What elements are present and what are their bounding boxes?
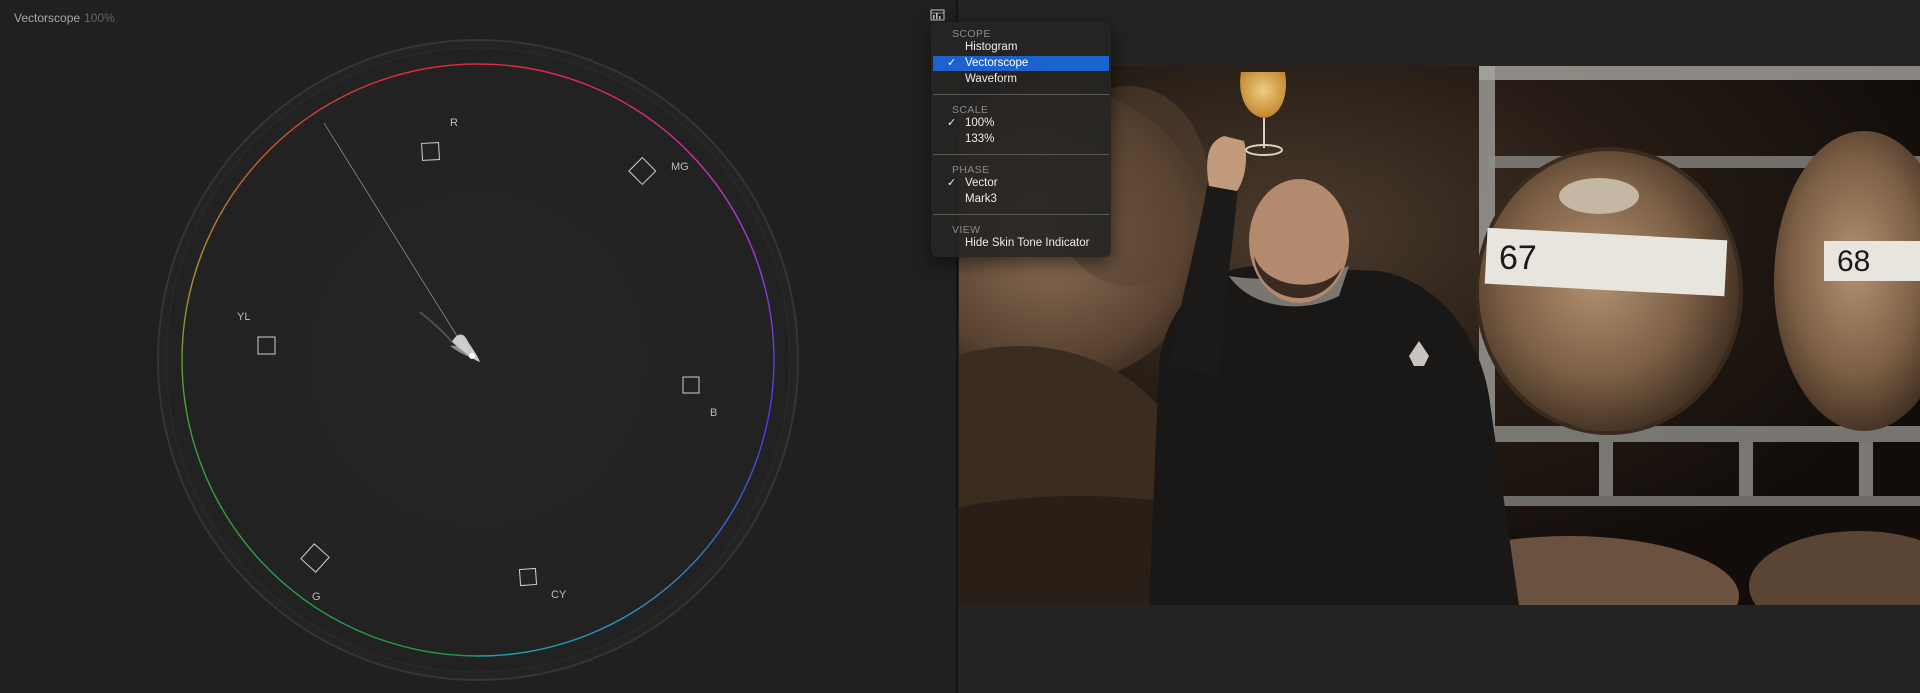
menu-item-histogram[interactable]: Histogram	[933, 40, 1109, 55]
target-label-mg: MG	[671, 161, 689, 173]
menu-item-waveform-label: Waveform	[965, 73, 1017, 85]
menu-item-scale-100[interactable]: ✓ 100%	[933, 116, 1109, 131]
menu-item-scale-133[interactable]: 133%	[933, 132, 1109, 147]
barrel-label-67: 67	[1499, 239, 1537, 277]
scope-settings-icon	[930, 9, 945, 21]
barrel-label-68: 68	[1837, 245, 1870, 278]
scope-options-menu: SCOPE Histogram ✓ Vectorscope Waveform SC…	[931, 22, 1111, 257]
target-label-yl: YL	[237, 311, 250, 323]
menu-header-scope: SCOPE	[952, 28, 991, 40]
menu-item-waveform[interactable]: Waveform	[933, 72, 1109, 87]
menu-item-phase-vector[interactable]: ✓ Vector	[933, 176, 1109, 191]
menu-item-phase-mark3[interactable]: Mark3	[933, 192, 1109, 207]
checkmark-icon: ✓	[947, 117, 957, 129]
menu-item-hide-skin-tone-label: Hide Skin Tone Indicator	[965, 237, 1090, 249]
menu-header-phase: PHASE	[952, 164, 990, 176]
menu-item-scale-100-label: 100%	[965, 117, 995, 129]
menu-item-vectorscope-label: Vectorscope	[965, 57, 1029, 69]
scope-settings-button[interactable]	[930, 9, 946, 22]
menu-separator	[933, 214, 1109, 215]
checkmark-icon: ✓	[947, 177, 957, 189]
menu-separator	[933, 94, 1109, 95]
vectorscope-graticule: R MG B CY G YL	[157, 39, 799, 681]
menu-item-phase-mark3-label: Mark3	[965, 193, 997, 205]
menu-header-scale: SCALE	[952, 104, 989, 116]
vectorscope-pane: Vectorscope 100% R MG B CY G YL	[0, 0, 956, 693]
target-label-r: R	[450, 117, 458, 129]
target-label-cy: CY	[551, 589, 567, 601]
checkmark-icon: ✓	[947, 57, 957, 69]
menu-item-scale-133-label: 133%	[965, 133, 995, 145]
menu-item-hide-skin-tone-indicator[interactable]: Hide Skin Tone Indicator	[933, 236, 1109, 251]
menu-separator	[933, 154, 1109, 155]
target-label-g: G	[312, 591, 321, 603]
target-label-b: B	[710, 407, 717, 419]
menu-header-view: VIEW	[952, 224, 981, 236]
menu-item-vectorscope[interactable]: ✓ Vectorscope	[933, 56, 1109, 71]
menu-item-phase-vector-label: Vector	[965, 177, 998, 189]
menu-item-histogram-label: Histogram	[965, 41, 1018, 53]
